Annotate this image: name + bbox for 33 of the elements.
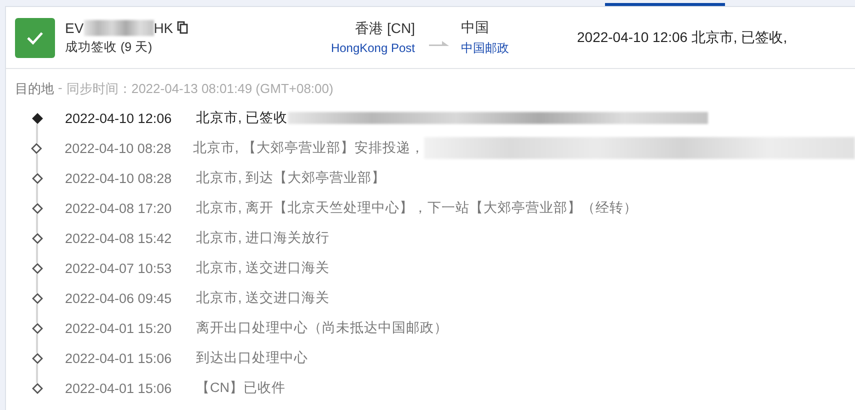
- event-description: 北京市, 【大郊亭营业部】安排投递，: [192, 139, 424, 157]
- event-description: 北京市, 离开【北京天竺处理中心】，下一站【大郊亭营业部】（经转）: [196, 199, 638, 217]
- event-time: 2022-04-08 15:42: [65, 230, 173, 246]
- origin-carrier[interactable]: HongKong Post: [330, 41, 415, 55]
- event-time: 2022-04-01 15:20: [65, 320, 173, 336]
- destination-place: 中国: [461, 18, 489, 36]
- sync-label: 目的地: [15, 80, 54, 97]
- event-time: 2022-04-10 12:06: [65, 110, 173, 126]
- event-description: 北京市, 进口海关放行: [196, 229, 330, 247]
- event-description: 离开出口处理中心（尚未抵达中国邮政）: [196, 319, 448, 337]
- arrow-icon: [429, 41, 449, 46]
- redaction: [84, 20, 154, 36]
- event-description: 【CN】已收件: [196, 379, 286, 397]
- event-time: 2022-04-01 15:06: [65, 350, 173, 366]
- event-time: 2022-04-10 08:28: [64, 140, 172, 156]
- sync-time: 同步时间：2022-04-13 08:01:49 (GMT+08:00): [66, 80, 334, 97]
- event-description: 北京市, 到达【大郊亭营业部】: [196, 169, 386, 187]
- event-description: 北京市, 送交进口海关: [196, 259, 330, 277]
- copy-icon[interactable]: [177, 21, 188, 34]
- latest-event: 2022-04-10 12:06 北京市, 已签收,: [577, 28, 788, 46]
- event-time: 2022-04-08 17:20: [65, 200, 173, 216]
- separator: -: [58, 80, 62, 97]
- tracking-number: EV: [65, 20, 84, 36]
- event-description: 到达出口处理中心: [196, 349, 308, 367]
- event-time: 2022-04-01 15:06: [65, 380, 173, 396]
- destination-carrier[interactable]: 中国邮政: [461, 40, 509, 56]
- tracking-number: HK: [154, 20, 174, 36]
- event-description: 北京市, 已签收: [196, 109, 288, 127]
- event-time: 2022-04-06 09:45: [65, 290, 173, 306]
- event-description: 北京市, 送交进口海关: [196, 289, 330, 307]
- event-time: 2022-04-10 08:28: [65, 170, 173, 186]
- origin-place: 香港 [CN]: [355, 20, 415, 38]
- event-time: 2022-04-07 10:53: [65, 260, 173, 276]
